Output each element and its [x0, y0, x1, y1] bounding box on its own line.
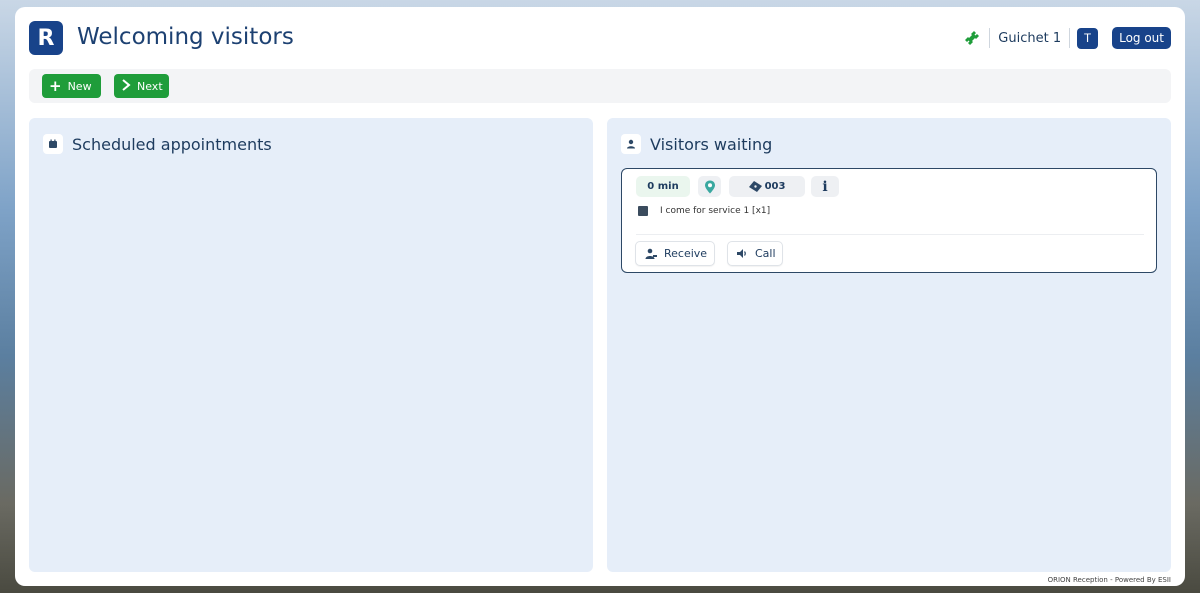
wait-time-badge: 0 min [636, 176, 690, 197]
receive-person-icon [644, 248, 657, 260]
app-window: R Welcoming visitors Guichet 1 T Log out… [15, 7, 1185, 586]
header-divider [1069, 28, 1071, 48]
visitor-card[interactable]: 0 min 003 i I come for service 1 [x1] Re… [621, 168, 1157, 273]
receive-button[interactable]: Receive [635, 241, 715, 266]
scheduled-appointments-panel: Scheduled appointments [29, 118, 593, 572]
receive-button-label: Receive [664, 247, 708, 260]
panel-title: Scheduled appointments [72, 134, 272, 154]
plus-icon: + [49, 76, 62, 95]
app-logo: R [29, 21, 63, 55]
location-pin-icon[interactable] [698, 176, 721, 197]
service-icon [638, 206, 648, 216]
logo-letter: R [37, 25, 55, 51]
visitors-waiting-panel: Visitors waiting 0 min 003 i I come for … [607, 118, 1171, 572]
speaker-icon [736, 248, 748, 259]
counter-label: Guichet 1 [998, 30, 1062, 46]
logout-button[interactable]: Log out [1112, 27, 1171, 49]
page-title: Welcoming visitors [77, 24, 294, 50]
service-text: I come for service 1 [x1] [660, 206, 771, 216]
call-button-label: Call [755, 247, 776, 260]
panel-title: Visitors waiting [650, 134, 773, 154]
panel-header: Visitors waiting [621, 134, 772, 154]
ticket-number: 003 [764, 181, 786, 192]
plug-icon [963, 29, 981, 47]
new-button-label: New [67, 79, 92, 93]
ticket-badge: 003 [729, 176, 805, 197]
chevron-right-icon [121, 78, 131, 94]
next-button-label: Next [137, 79, 163, 93]
new-button[interactable]: + New [42, 74, 101, 98]
next-button[interactable]: Next [114, 74, 169, 98]
panel-header: Scheduled appointments [43, 134, 272, 154]
user-icon [621, 134, 641, 154]
ticket-icon [748, 181, 762, 192]
toolbar: + New Next [29, 69, 1171, 103]
card-divider [636, 234, 1144, 235]
info-icon[interactable]: i [811, 176, 839, 197]
footer-text: ORION Reception - Powered By ESII [1047, 576, 1171, 584]
header-actions: Guichet 1 T Log out [963, 27, 1171, 49]
user-avatar[interactable]: T [1077, 27, 1099, 49]
call-button[interactable]: Call [727, 241, 783, 266]
service-row: I come for service 1 [x1] [638, 206, 770, 216]
calendar-icon [43, 134, 63, 154]
